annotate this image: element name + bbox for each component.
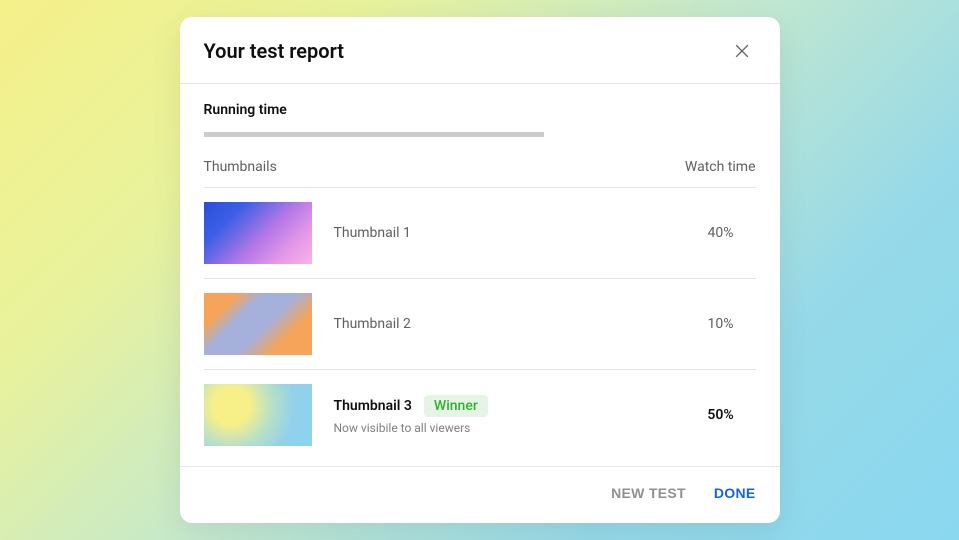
- test-report-modal: Your test report Running time Thumbnails…: [180, 17, 780, 523]
- thumbnail-preview[interactable]: [204, 202, 312, 264]
- thumbnail-name: Thumbnail 2: [334, 316, 664, 332]
- thumbnail-row: Thumbnail 1 40%: [204, 187, 756, 278]
- thumbnail-name: Thumbnail 3: [334, 398, 412, 414]
- thumbnail-name: Thumbnail 1: [334, 225, 664, 241]
- thumbnail-preview[interactable]: [204, 384, 312, 446]
- thumbnail-info: Thumbnail 2: [334, 316, 664, 332]
- modal-header: Your test report: [180, 17, 780, 84]
- close-icon: [732, 41, 752, 61]
- thumbnail-name-row: Thumbnail 3 Winner: [334, 395, 664, 417]
- watch-time-column-label: Watch time: [685, 159, 756, 175]
- winner-badge: Winner: [424, 395, 488, 417]
- thumbnails-column-label: Thumbnails: [204, 159, 277, 175]
- thumbnail-info: Thumbnail 1: [334, 225, 664, 241]
- close-button[interactable]: [728, 37, 756, 65]
- watch-time-value: 50%: [686, 407, 756, 423]
- running-time-label: Running time: [204, 102, 756, 118]
- thumbnail-subtext: Now visibile to all viewers: [334, 421, 664, 435]
- thumbnail-row: Thumbnail 3 Winner Now visibile to all v…: [204, 369, 756, 460]
- modal-body: Running time Thumbnails Watch time Thumb…: [180, 84, 780, 460]
- thumbnail-info: Thumbnail 3 Winner Now visibile to all v…: [334, 395, 664, 435]
- running-time-progress: [204, 132, 544, 137]
- modal-title: Your test report: [204, 39, 345, 63]
- modal-footer: NEW TEST DONE: [180, 466, 780, 523]
- done-button[interactable]: DONE: [714, 481, 756, 505]
- columns-header: Thumbnails Watch time: [204, 159, 756, 187]
- thumbnail-preview[interactable]: [204, 293, 312, 355]
- thumbnail-row: Thumbnail 2 10%: [204, 278, 756, 369]
- new-test-button[interactable]: NEW TEST: [611, 481, 686, 505]
- watch-time-value: 40%: [686, 225, 756, 241]
- watch-time-value: 10%: [686, 316, 756, 332]
